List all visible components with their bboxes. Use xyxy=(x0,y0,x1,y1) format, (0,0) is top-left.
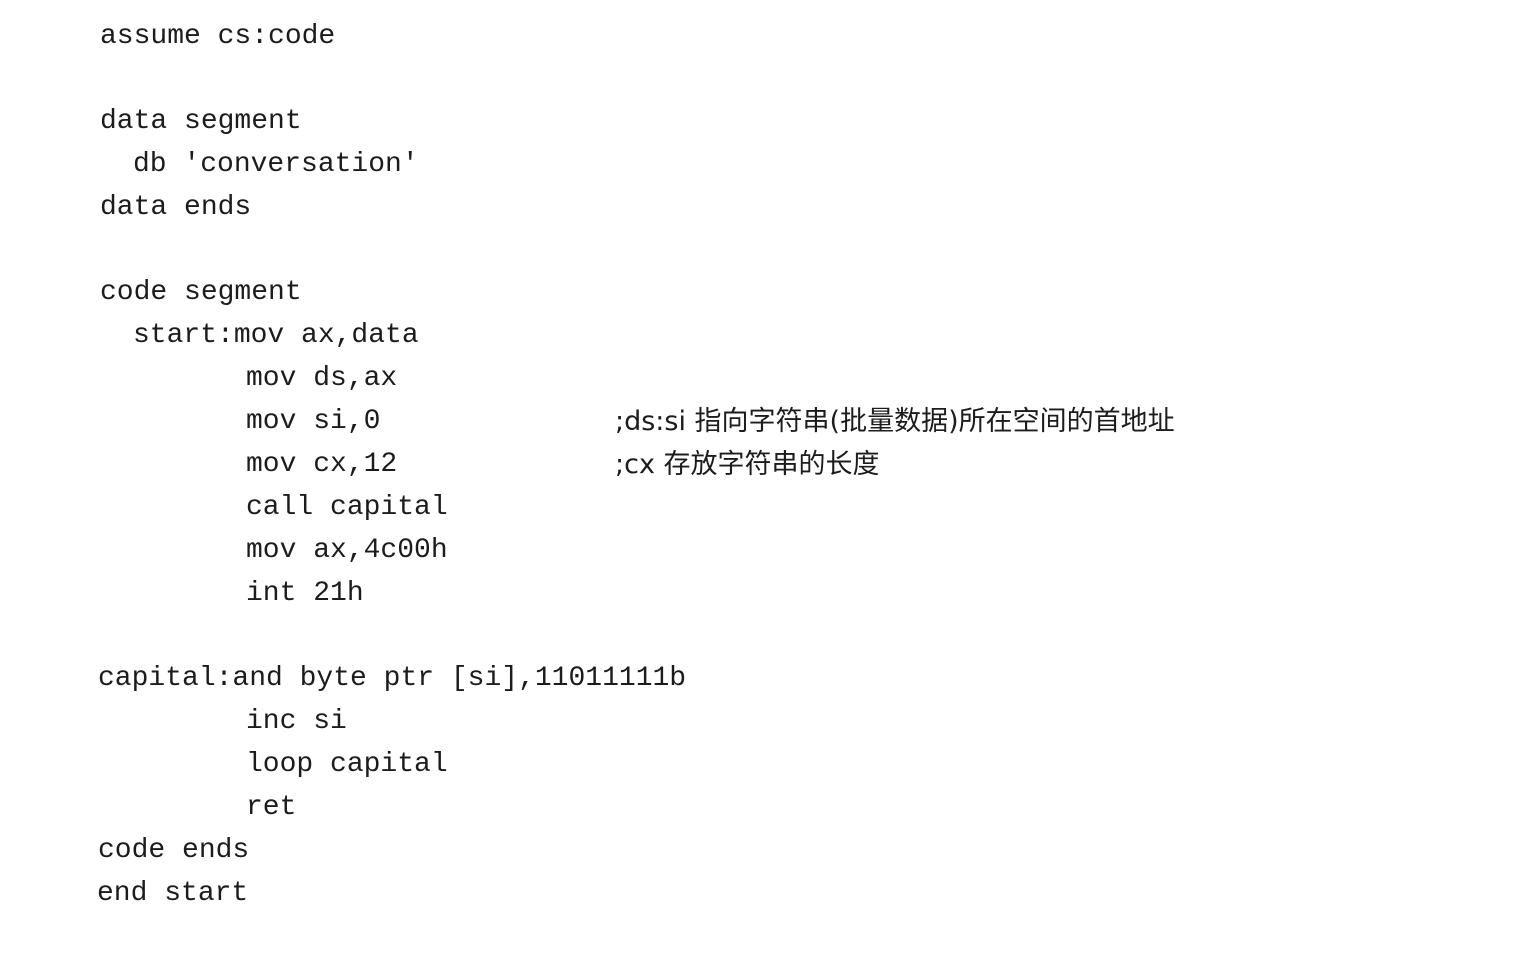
code-line: start:mov ax,data xyxy=(0,319,419,353)
code-text: mov ds,ax xyxy=(246,363,398,394)
code-text: loop capital xyxy=(246,749,448,780)
code-line: call capital xyxy=(0,491,448,525)
code-line: mov ax,4c00h xyxy=(0,534,448,568)
code-text: ret xyxy=(246,792,297,823)
code-line: code segment xyxy=(0,276,302,310)
code-line: end start xyxy=(0,877,248,911)
code-text: mov si,0 xyxy=(246,406,381,437)
code-text: data segment xyxy=(100,106,302,137)
code-line: db 'conversation' xyxy=(0,148,419,182)
code-text: code ends xyxy=(98,835,250,866)
code-text: db 'conversation' xyxy=(133,149,419,180)
code-text: start:mov ax,data xyxy=(133,320,419,351)
code-line: inc si xyxy=(0,705,347,739)
code-line: loop capital xyxy=(0,748,448,782)
code-line: data segment xyxy=(0,105,302,139)
code-line: capital:and byte ptr [si],11011111b xyxy=(0,662,686,696)
code-text: end start xyxy=(97,878,249,909)
code-line: mov ds,ax xyxy=(0,362,397,396)
code-line: int 21h xyxy=(0,577,364,611)
code-line: code ends xyxy=(0,834,249,868)
code-text: assume cs:code xyxy=(100,21,336,52)
code-text: mov ax,4c00h xyxy=(246,535,448,566)
code-text: call capital xyxy=(246,492,448,523)
code-line: assume cs:code xyxy=(0,20,335,54)
code-line: ret xyxy=(0,791,296,825)
code-text: code segment xyxy=(100,277,302,308)
code-comment: ;ds:si 指向字符串(批量数据)所在空间的首地址 xyxy=(615,406,1175,437)
code-line: mov cx,12 ;cx 存放字符串的长度 xyxy=(0,448,880,482)
code-comment: ;cx 存放字符串的长度 xyxy=(615,449,880,480)
code-text: data ends xyxy=(100,192,252,223)
code-listing: assume cs:code data segment db 'conversa… xyxy=(0,0,1514,929)
code-text: capital:and byte ptr [si],11011111b xyxy=(98,663,687,694)
code-line: mov si,0 ;ds:si 指向字符串(批量数据)所在空间的首地址 xyxy=(0,405,1175,439)
code-text: int 21h xyxy=(246,578,364,609)
code-text: mov cx,12 xyxy=(246,449,398,480)
code-text: inc si xyxy=(246,706,347,737)
code-line: data ends xyxy=(0,191,251,225)
